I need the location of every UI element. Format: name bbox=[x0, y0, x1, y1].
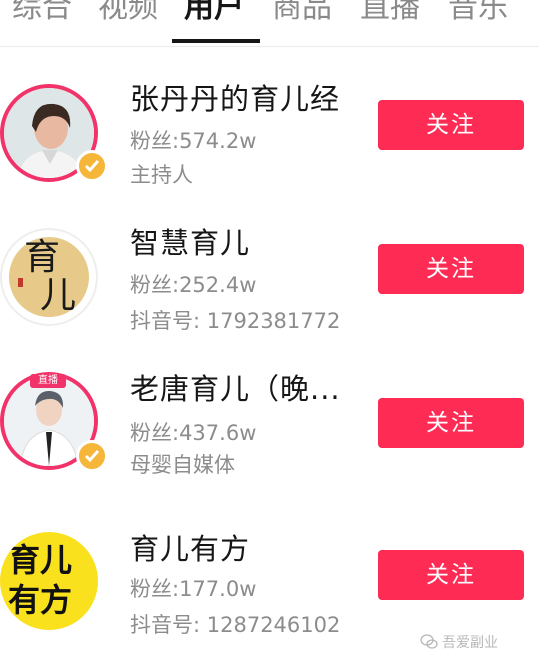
avatar-text-top: 育 bbox=[24, 237, 61, 278]
user-name[interactable]: 育儿有方 bbox=[130, 532, 250, 566]
follower-count: 粉丝:177.0w bbox=[130, 577, 257, 601]
verified-badge-icon bbox=[76, 440, 108, 472]
user-avatar[interactable]: 育儿 有方 bbox=[0, 532, 98, 630]
follow-button[interactable]: 关注 bbox=[378, 100, 524, 150]
user-list-item[interactable]: 直播 老唐育儿（晚... 粉丝:437.6w 母婴自媒体 关注 bbox=[0, 358, 539, 498]
follow-button[interactable]: 关注 bbox=[378, 550, 524, 600]
tab-live[interactable]: 直播 bbox=[360, 0, 420, 28]
follow-button[interactable]: 关注 bbox=[378, 244, 524, 294]
live-badge: 直播 bbox=[30, 374, 66, 388]
user-info: 主持人 bbox=[130, 163, 193, 187]
user-info: 母婴自媒体 bbox=[130, 453, 235, 477]
avatar-text-bottom: 有方 bbox=[8, 581, 73, 619]
avatar-text-bottom: 儿 bbox=[40, 275, 77, 316]
active-tab-indicator bbox=[172, 39, 260, 43]
tab-music[interactable]: 音乐 bbox=[448, 0, 508, 28]
tab-videos[interactable]: 视频 bbox=[98, 0, 158, 28]
follower-count: 粉丝:252.4w bbox=[130, 273, 257, 297]
follow-button[interactable]: 关注 bbox=[378, 398, 524, 448]
user-list-item[interactable]: 育儿 有方 育儿有方 粉丝:177.0w 抖音号: 1287246102 关注 bbox=[0, 512, 539, 652]
avatar-text-top: 育儿 bbox=[8, 541, 73, 579]
tab-users[interactable]: 用户 bbox=[184, 0, 244, 28]
wechat-icon bbox=[420, 634, 438, 649]
douyin-id: 抖音号: 1287246102 bbox=[130, 613, 341, 637]
follower-count: 粉丝:574.2w bbox=[130, 129, 257, 153]
watermark-text: 吾爱副业 bbox=[442, 635, 498, 651]
verified-badge-icon bbox=[76, 150, 108, 182]
follower-count: 粉丝:437.6w bbox=[130, 421, 257, 445]
user-avatar[interactable]: 育 儿 bbox=[0, 228, 98, 326]
user-list-item[interactable]: 张丹丹的育儿经 粉丝:574.2w 主持人 关注 bbox=[0, 70, 539, 210]
user-name[interactable]: 老唐育儿（晚... bbox=[130, 372, 341, 406]
tab-products[interactable]: 商品 bbox=[272, 0, 332, 28]
tab-general[interactable]: 综合 bbox=[12, 0, 72, 28]
user-name[interactable]: 智慧育儿 bbox=[130, 226, 250, 260]
user-list-item[interactable]: 育 儿 智慧育儿 粉丝:252.4w 抖音号: 1792381772 关注 bbox=[0, 214, 539, 354]
user-name[interactable]: 张丹丹的育儿经 bbox=[130, 82, 340, 116]
douyin-id: 抖音号: 1792381772 bbox=[130, 309, 341, 333]
search-tab-bar: 综合 视频 用户 商品 直播 音乐 bbox=[0, 0, 539, 47]
